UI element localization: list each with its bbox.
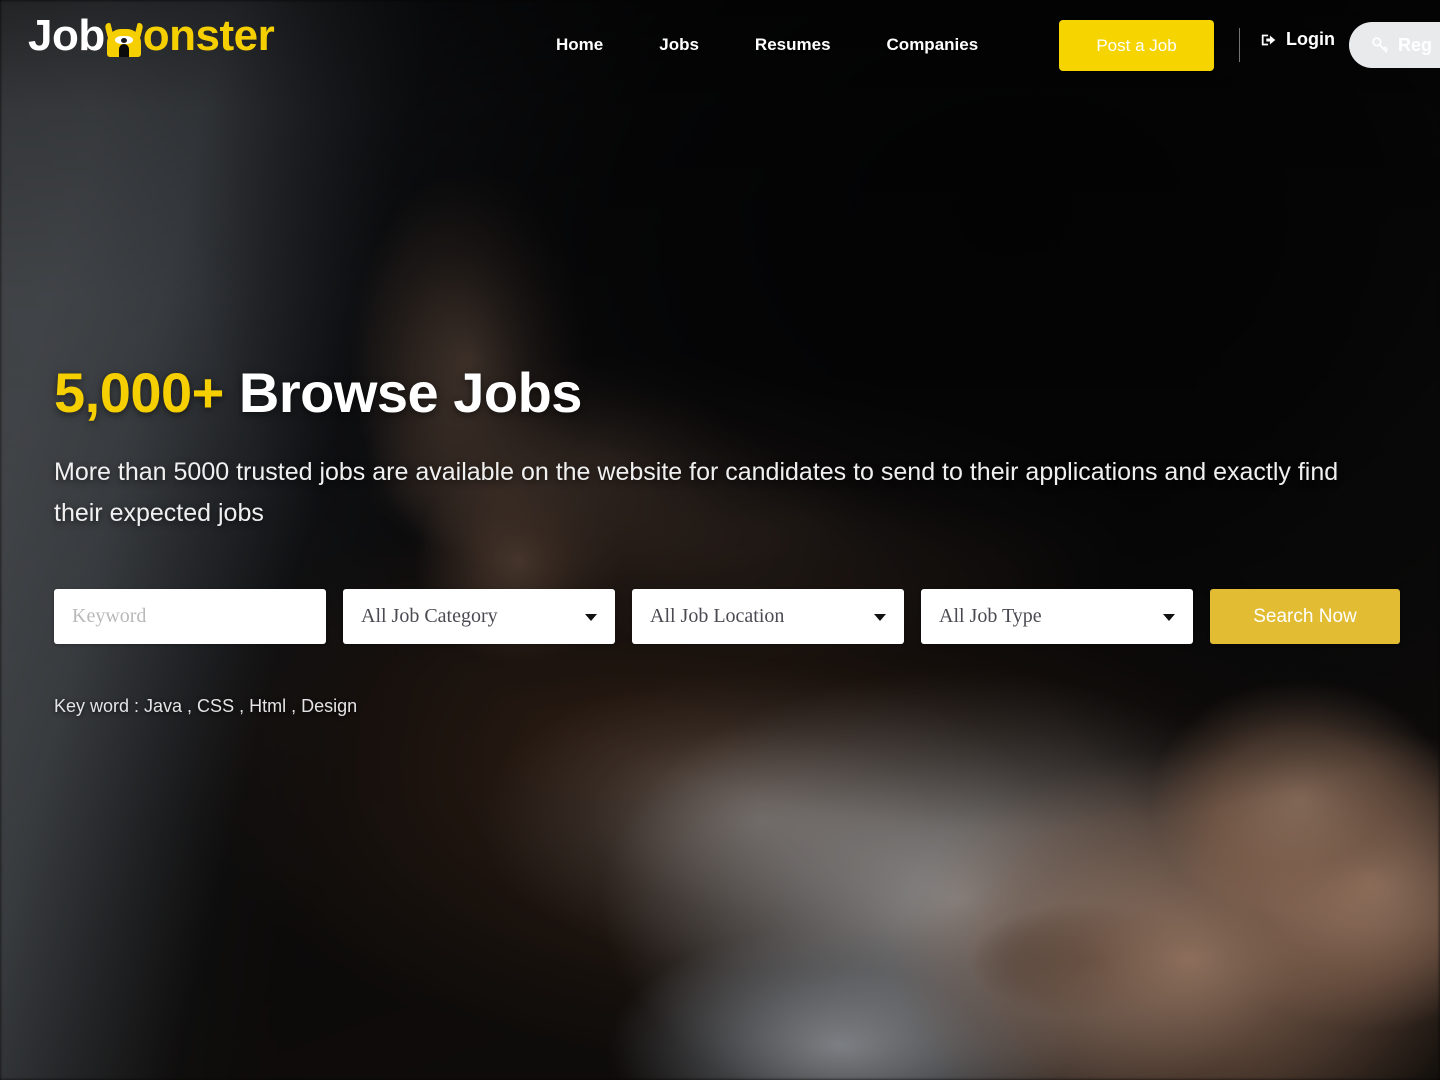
job-location-select[interactable]: All Job Location bbox=[632, 589, 904, 644]
register-label: Reg bbox=[1398, 34, 1433, 55]
hero-dark-overlay bbox=[0, 0, 1440, 1080]
main-navigation: Home Jobs Resumes Companies bbox=[528, 0, 1006, 90]
job-type-select-value: All Job Type bbox=[921, 589, 1193, 644]
hero-content: 5,000+ Browse Jobs More than 5000 truste… bbox=[54, 362, 1394, 534]
hero-title-rest: Browse Jobs bbox=[223, 361, 583, 424]
nav-item-resumes[interactable]: Resumes bbox=[727, 25, 859, 65]
site-header: Job onster Home Jobs Resumes Companies P… bbox=[0, 0, 1440, 90]
logo-text-onster: onster bbox=[142, 11, 275, 60]
hero-title: 5,000+ Browse Jobs bbox=[54, 362, 1394, 424]
job-search-form: All Job Category All Job Location All Jo… bbox=[54, 589, 1402, 644]
key-icon bbox=[1372, 37, 1388, 53]
login-link[interactable]: Login bbox=[1260, 29, 1335, 50]
monster-head-icon bbox=[104, 22, 144, 57]
keyword-suggestions: Key word : Java , CSS , Html , Design bbox=[54, 696, 358, 716]
nav-item-home[interactable]: Home bbox=[528, 25, 631, 65]
sign-in-icon bbox=[1261, 34, 1276, 45]
login-label: Login bbox=[1286, 29, 1335, 49]
search-now-button[interactable]: Search Now bbox=[1210, 589, 1400, 644]
job-location-select-value: All Job Location bbox=[632, 589, 904, 644]
search-keyword-input[interactable] bbox=[54, 589, 326, 644]
nav-item-companies[interactable]: Companies bbox=[859, 25, 1007, 65]
logo-text-job: Job bbox=[28, 11, 105, 60]
register-button[interactable]: Reg bbox=[1349, 22, 1440, 68]
header-divider bbox=[1239, 28, 1240, 62]
nav-item-jobs[interactable]: Jobs bbox=[631, 25, 727, 65]
site-logo[interactable]: Job onster bbox=[28, 11, 275, 60]
post-a-job-button[interactable]: Post a Job bbox=[1059, 20, 1214, 71]
job-category-select[interactable]: All Job Category bbox=[343, 589, 615, 644]
hero-title-count: 5,000+ bbox=[54, 361, 224, 424]
hero-section: Job onster Home Jobs Resumes Companies P… bbox=[0, 0, 1440, 1080]
job-type-select[interactable]: All Job Type bbox=[921, 589, 1193, 644]
hero-subtitle: More than 5000 trusted jobs are availabl… bbox=[54, 457, 1339, 527]
job-category-select-value: All Job Category bbox=[343, 589, 615, 644]
